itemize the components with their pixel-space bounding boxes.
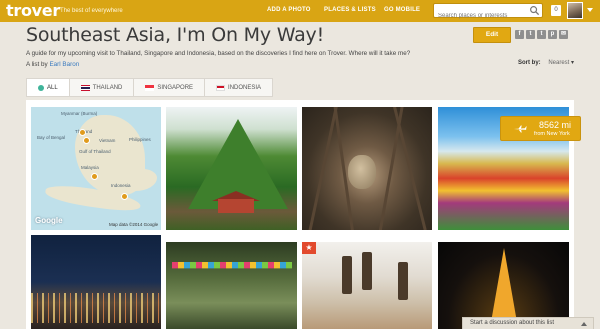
- photo-card-antiques[interactable]: ★: [302, 242, 432, 329]
- page-title: Southeast Asia, I'm On My Way!: [26, 24, 325, 46]
- tab-label: ALL: [47, 84, 58, 91]
- map-pin[interactable]: [121, 193, 128, 200]
- star-icon: ★: [302, 242, 316, 254]
- map-card[interactable]: Myanmar (Burma) Bay of Bengal Thailand V…: [31, 107, 161, 230]
- facebook-icon[interactable]: f: [515, 30, 524, 39]
- tab-label: INDONESIA: [228, 84, 262, 91]
- city-lights: [31, 293, 161, 323]
- temple-building: [218, 199, 254, 213]
- twitter-icon[interactable]: t: [526, 30, 535, 39]
- indonesia-flag-icon: [216, 84, 226, 91]
- bottle: [342, 256, 352, 294]
- bottle: [362, 252, 372, 290]
- map-pin[interactable]: [83, 137, 90, 144]
- temple-spire: [490, 248, 518, 328]
- bunting-flags: [172, 262, 292, 269]
- discussion-label: Start a discussion about this list: [470, 320, 555, 326]
- byline-prefix: A list by: [26, 61, 48, 68]
- photo-card-mountain-temple[interactable]: [166, 107, 297, 230]
- tab-label: SINGAPORE: [157, 84, 194, 91]
- user-avatar[interactable]: [567, 2, 583, 19]
- map-label: Philippines: [129, 137, 151, 142]
- tumblr-icon[interactable]: t: [537, 30, 546, 39]
- tab-singapore[interactable]: SINGAPORE: [134, 79, 206, 96]
- search-input[interactable]: [434, 9, 526, 23]
- email-icon[interactable]: ✉: [559, 30, 568, 39]
- top-navigation-bar: trover The best of everywhere ADD A PHOT…: [0, 0, 600, 23]
- distance-badge: 8562 mi from New York: [500, 116, 581, 141]
- map-pin[interactable]: [79, 129, 86, 136]
- thailand-flag-icon: [80, 84, 90, 91]
- pinterest-icon[interactable]: p: [548, 30, 557, 39]
- bottle: [398, 262, 408, 300]
- trover-logo[interactable]: trover: [6, 1, 60, 20]
- sort-control: Sort by: Nearest ▾: [518, 59, 574, 66]
- tab-label: THAILAND: [92, 84, 123, 91]
- distance-value: 8562 mi: [539, 120, 572, 130]
- buddha-head: [348, 155, 376, 189]
- photo-card-city-night[interactable]: [31, 235, 161, 329]
- nav-add-photo[interactable]: ADD A PHOTO: [267, 7, 311, 13]
- sort-select[interactable]: Nearest: [548, 60, 569, 66]
- chevron-down-icon[interactable]: [587, 8, 593, 12]
- list-description: A guide for my upcoming visit to Thailan…: [26, 50, 411, 57]
- singapore-flag-icon: [145, 84, 155, 91]
- search-icon[interactable]: [529, 5, 540, 16]
- author-link[interactable]: Earl Baron: [49, 61, 79, 68]
- globe-icon: [38, 84, 44, 91]
- distance-origin: from New York: [534, 131, 570, 137]
- tagline: The best of everywhere: [60, 8, 123, 14]
- sort-label: Sort by:: [518, 60, 541, 66]
- nav-places-lists[interactable]: PLACES & LISTS: [324, 7, 376, 13]
- chevron-down-icon[interactable]: ▾: [571, 60, 574, 66]
- map-label: Indonesia: [111, 183, 131, 188]
- tree-root: [392, 107, 427, 230]
- search-box: [433, 3, 543, 23]
- map-pin[interactable]: [91, 173, 98, 180]
- byline: A list by Earl Baron: [26, 61, 79, 68]
- photo-card-buddha-tree[interactable]: [302, 107, 432, 230]
- map-label: Vietnam: [99, 138, 116, 143]
- tab-thailand[interactable]: THAILAND: [70, 79, 135, 96]
- photo-card-temple-night[interactable]: [438, 242, 569, 329]
- notification-count[interactable]: 0: [551, 5, 561, 16]
- share-icons: f t t p ✉: [515, 30, 568, 39]
- tab-indonesia[interactable]: INDONESIA: [205, 79, 272, 96]
- tab-all[interactable]: ALL: [27, 79, 70, 96]
- nav-go-mobile[interactable]: GO MOBILE: [384, 7, 420, 13]
- chevron-up-icon: [581, 322, 587, 326]
- tree-root: [308, 107, 339, 230]
- map-label: Gulf of Thailand: [79, 149, 111, 154]
- discovery-grid: Myanmar (Burma) Bay of Bengal Thailand V…: [26, 100, 574, 329]
- country-tabs: ALL THAILAND SINGAPORE INDONESIA: [26, 78, 274, 97]
- google-logo: Google: [35, 216, 63, 225]
- start-discussion-button[interactable]: Start a discussion about this list: [462, 317, 594, 329]
- map-label: Myanmar (Burma): [61, 111, 98, 116]
- edit-button[interactable]: Edit: [473, 27, 511, 43]
- airplane-icon: [513, 125, 527, 133]
- map-label: Malaysia: [81, 165, 99, 170]
- map-label: Bay of Bengal: [37, 135, 66, 140]
- map-attribution: Map data ©2014 Google: [109, 222, 159, 227]
- photo-card-market-bunting[interactable]: [166, 242, 297, 329]
